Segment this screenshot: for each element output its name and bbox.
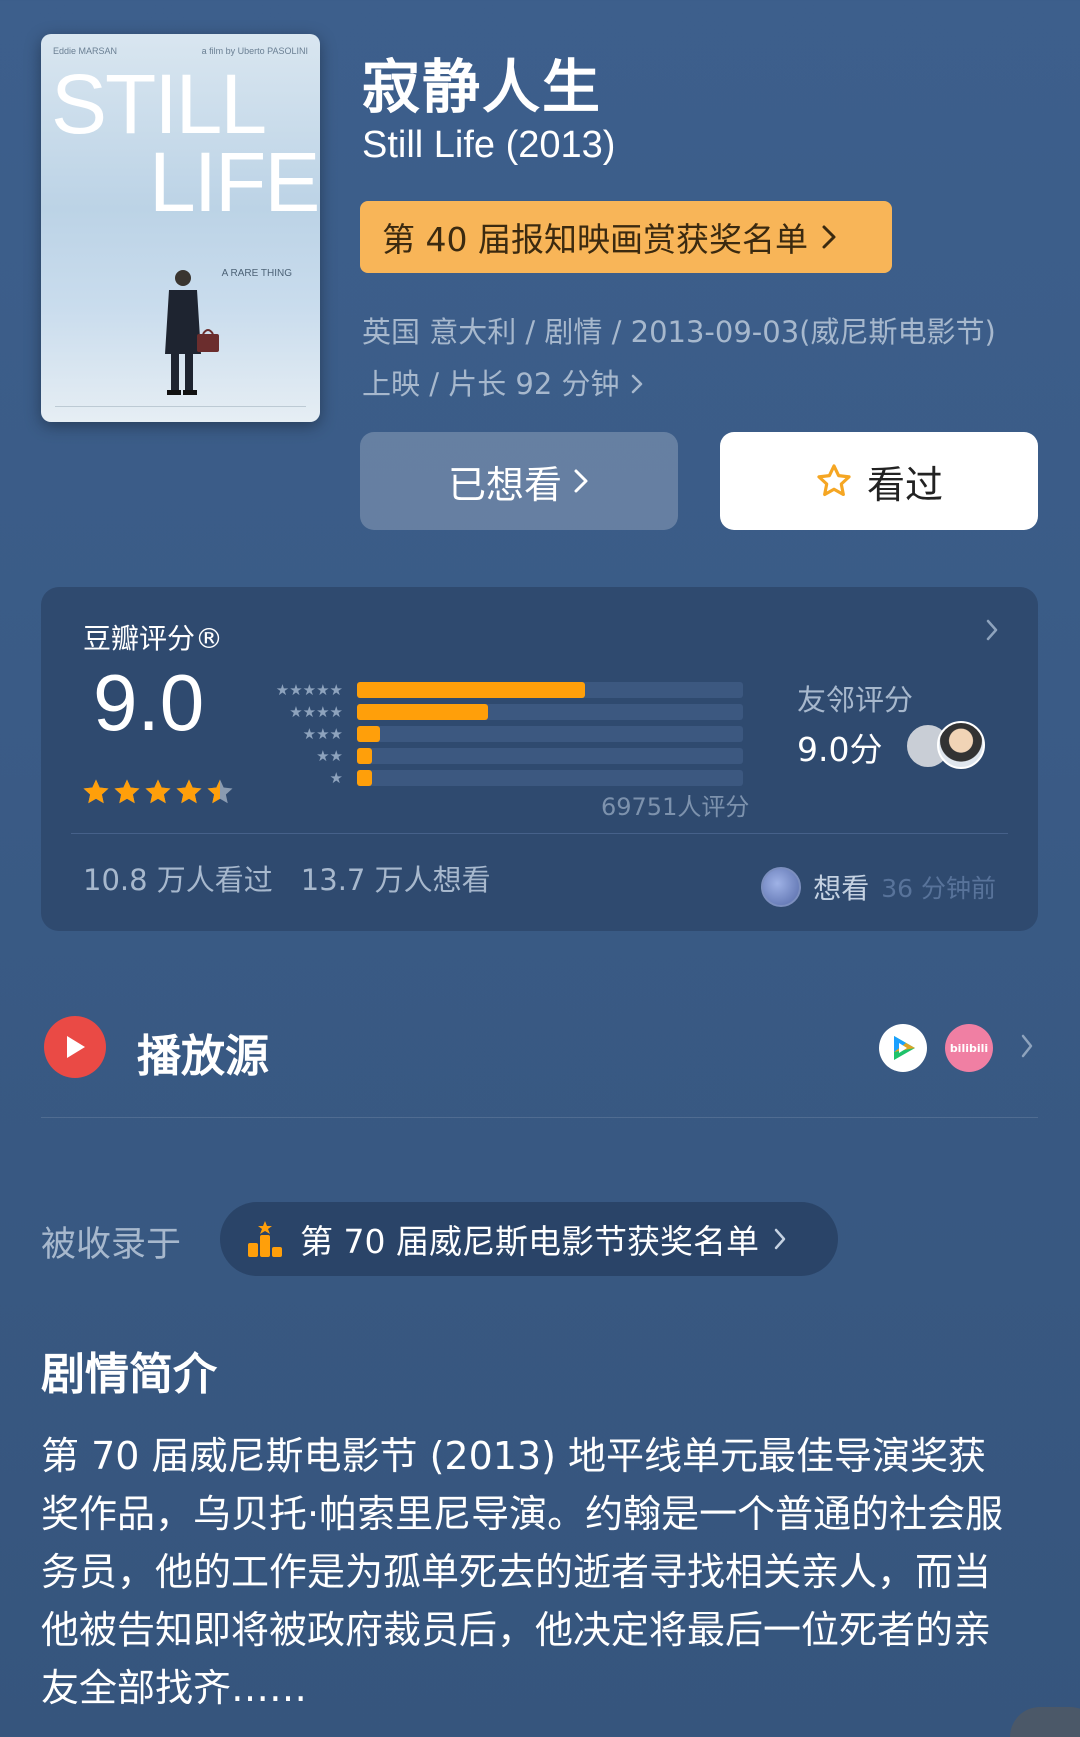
bilibili-icon[interactable]: bilibili	[945, 1024, 993, 1072]
collected-list-name: 第 70 届威尼斯电影节获奖名单	[300, 1222, 759, 1261]
rating-count: 69751人评分	[601, 793, 750, 821]
poster-title-word1: STILL	[51, 57, 267, 151]
rating-bar-track	[357, 770, 743, 786]
friend-rating-label: 友邻评分	[797, 683, 914, 717]
chevron-right-icon	[1021, 1034, 1033, 1058]
movie-poster[interactable]: Eddie MARSAN a film by Uberto PASOLINI S…	[41, 34, 320, 422]
poster-title-word2: LIFE	[149, 135, 320, 229]
rating-bar-fill	[357, 726, 381, 742]
movie-meta[interactable]: 英国 意大利 / 剧情 / 2013-09-03(威尼斯电影节) 上映 / 片长…	[362, 306, 1042, 410]
chevron-right-icon	[774, 1228, 786, 1250]
rating-bar-fill	[357, 704, 489, 720]
video-platform-icon[interactable]	[879, 1024, 927, 1072]
poster-credit-left: Eddie MARSAN	[53, 46, 118, 56]
audience-stats[interactable]: 10.8 万人看过 13.7 万人想看	[83, 857, 491, 899]
star-icon	[83, 779, 109, 804]
collected-list-pill[interactable]: 第 70 届威尼斯电影节获奖名单	[220, 1202, 838, 1276]
rating-bar-track	[357, 704, 743, 720]
award-list-label: 第 40 届报知映画赏获奖名单	[382, 220, 808, 259]
play-source-label: 播放源	[137, 1031, 269, 1082]
want-to-watch-button[interactable]: 已想看	[360, 432, 678, 530]
podium-icon	[248, 1221, 282, 1257]
divider	[71, 833, 1008, 834]
friend-activity[interactable]: 想看 36 分钟前	[761, 867, 996, 907]
movie-title: 寂静人生	[362, 53, 603, 121]
friend-rating-score: 9.0分	[797, 730, 883, 769]
watched-button[interactable]: 看过	[720, 432, 1038, 530]
star-icon	[114, 779, 140, 804]
chevron-right-icon	[574, 469, 588, 493]
rating-bar-row: ★★★	[259, 723, 743, 745]
chevron-right-icon	[822, 225, 836, 249]
rating-bar-stars: ★★★★	[289, 703, 343, 721]
rating-distribution: ★★★★★ ★★★★ ★★★ ★★ ★	[259, 679, 743, 789]
synopsis-text[interactable]: 第 70 届威尼斯电影节 (2013) 地平线单元最佳导演奖获奖作品，乌贝托·帕…	[41, 1427, 1021, 1717]
want-to-watch-label: 已想看	[447, 462, 562, 507]
watched-count: 10.8 万人看过	[83, 863, 273, 897]
rating-bar-track	[357, 748, 743, 764]
poster-credit-right: a film by Uberto PASOLINI	[201, 46, 308, 56]
movie-meta-line2: 上映 / 片长 92 分钟	[362, 367, 620, 401]
chevron-right-icon[interactable]	[984, 617, 1000, 643]
rating-stars	[81, 777, 235, 807]
rating-bar-row: ★★★★★	[259, 679, 743, 701]
avatar	[761, 867, 802, 907]
rating-source-label: 豆瓣评分®	[83, 622, 224, 655]
rating-bar-row: ★★	[259, 745, 743, 767]
play-source-row[interactable]: 播放源 bilibili	[41, 1012, 1038, 1092]
chevron-right-icon	[631, 374, 642, 394]
rating-bar-fill	[357, 748, 373, 764]
avatar[interactable]	[937, 721, 985, 769]
movie-meta-line1: 英国 意大利 / 剧情 / 2013-09-03(威尼斯电影节)	[362, 315, 996, 349]
divider	[41, 1117, 1038, 1118]
rating-bar-track	[357, 726, 743, 742]
rating-bar-row: ★	[259, 767, 743, 789]
star-icon	[176, 779, 202, 804]
synopsis-heading: 剧情简介	[41, 1349, 217, 1400]
activity-time: 36 分钟前	[881, 874, 996, 903]
award-list-button[interactable]: 第 40 届报知映画赏获奖名单	[360, 201, 892, 273]
movie-original-title: Still Life (2013)	[362, 124, 616, 166]
poster-figure-image	[165, 270, 219, 395]
watched-label: 看过	[866, 462, 943, 507]
rating-score: 9.0	[93, 658, 205, 747]
collected-in-label: 被收录于	[41, 1225, 182, 1265]
rating-bar-row: ★★★★	[259, 701, 743, 723]
want-count: 13.7 万人想看	[300, 863, 491, 897]
poster-tagline: A RARE THING	[221, 268, 292, 279]
rating-bar-stars: ★★★	[302, 725, 343, 743]
rating-card[interactable]: 豆瓣评分® 9.0 ★★★★★ ★★★★ ★★★ ★★ ★ 69751人评分 友邻评分 …	[41, 587, 1038, 931]
star-icon	[145, 779, 171, 804]
rating-bar-fill	[357, 682, 585, 698]
play-icon	[44, 1016, 106, 1078]
rating-bar-stars: ★	[329, 769, 343, 787]
rating-bar-stars: ★★★★★	[275, 681, 343, 699]
bilibili-label: bilibili	[949, 1041, 989, 1055]
rating-bar-stars: ★★	[316, 747, 343, 765]
activity-text: 想看	[813, 872, 870, 905]
star-icon	[207, 779, 233, 804]
poster-credits: Eddie MARSAN a film by Uberto PASOLINI	[53, 46, 308, 56]
poster-footer	[55, 406, 306, 416]
star-outline-icon	[817, 464, 851, 497]
rating-bar-track	[357, 682, 743, 698]
rating-bar-fill	[357, 770, 373, 786]
